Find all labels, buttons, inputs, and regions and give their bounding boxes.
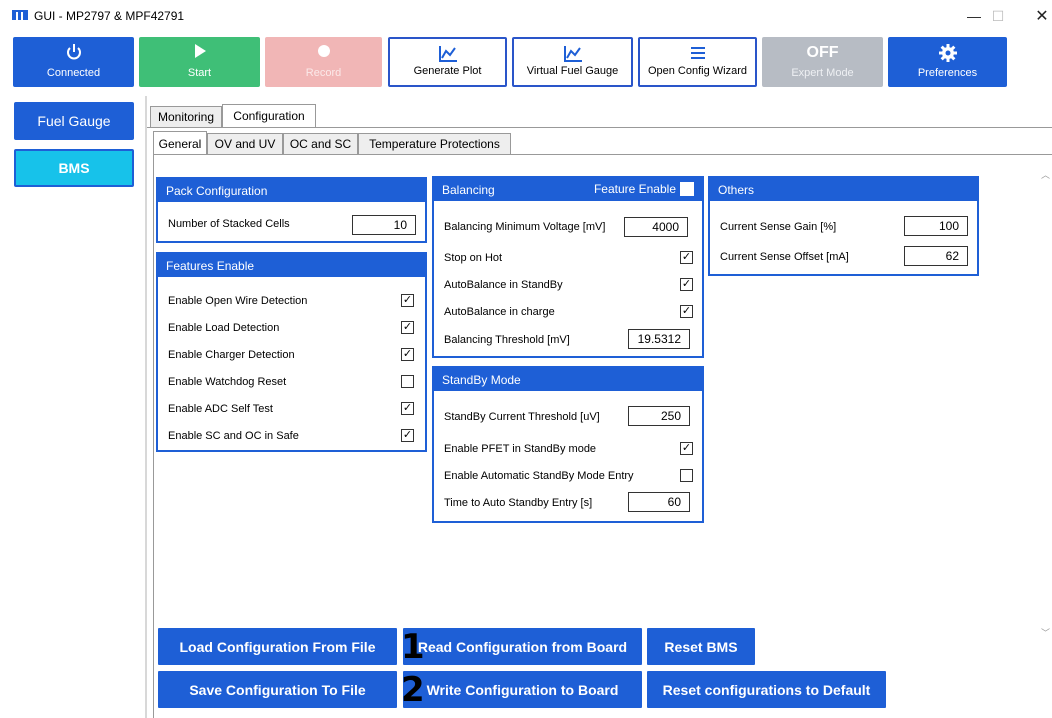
list-icon bbox=[690, 47, 705, 59]
current-sense-offset-input[interactable]: 62 bbox=[904, 246, 968, 266]
sidebar-item-bms[interactable]: BMS bbox=[14, 149, 134, 187]
feature-label-load-detection: Enable Load Detection bbox=[168, 322, 280, 334]
standby-mode-card: StandBy Mode StandBy Current Threshold [… bbox=[432, 366, 704, 523]
standby-mode-title: StandBy Mode bbox=[434, 368, 702, 391]
stacked-cells-input[interactable]: 10 bbox=[352, 215, 416, 235]
maximize-button[interactable]: ☐ bbox=[981, 4, 1015, 28]
gear-icon bbox=[938, 44, 957, 62]
start-label: Start bbox=[187, 67, 212, 79]
pack-configuration-title: Pack Configuration bbox=[158, 179, 425, 202]
virtual-fuel-gauge-button[interactable]: Virtual Fuel Gauge bbox=[512, 37, 633, 87]
sidebar-item-fuel-gauge[interactable]: Fuel Gauge bbox=[14, 102, 134, 140]
title-bar: GUI - MP2797 & MPF42791 — ☐ ✕ bbox=[0, 0, 1052, 32]
vertical-scrollbar[interactable] bbox=[1038, 160, 1052, 640]
virtual-fuel-gauge-label: Virtual Fuel Gauge bbox=[526, 65, 619, 77]
power-icon bbox=[66, 44, 81, 60]
current-sense-gain-input[interactable]: 100 bbox=[904, 216, 968, 236]
app-logo-icon bbox=[12, 10, 28, 20]
annotation-marker-1: 1 bbox=[401, 627, 425, 667]
expert-mode-toggle[interactable]: OFF Expert Mode bbox=[762, 37, 883, 87]
autobalance-charge-checkbox[interactable]: ✓ bbox=[680, 305, 693, 318]
connected-button[interactable]: Connected bbox=[13, 37, 134, 87]
balancing-card: Balancing Feature Enable Balancing Minim… bbox=[432, 176, 704, 358]
tab-oc-and-sc[interactable]: OC and SC bbox=[283, 133, 358, 154]
feature-label-open-wire: Enable Open Wire Detection bbox=[168, 295, 308, 307]
tab-configuration[interactable]: Configuration bbox=[222, 104, 316, 127]
window-title: GUI - MP2797 & MPF42791 bbox=[34, 9, 185, 23]
chart-line-icon bbox=[563, 46, 582, 62]
tab-ov-and-uv[interactable]: OV and UV bbox=[207, 133, 283, 154]
stop-on-hot-checkbox[interactable]: ✓ bbox=[680, 251, 693, 264]
feature-checkbox-watchdog-reset[interactable] bbox=[401, 375, 414, 388]
features-enable-title: Features Enable bbox=[158, 254, 425, 277]
load-configuration-button[interactable]: Load Configuration From File bbox=[158, 628, 397, 665]
connected-label: Connected bbox=[46, 67, 101, 79]
feature-checkbox-load-detection[interactable]: ✓ bbox=[401, 321, 414, 334]
sidebar-divider bbox=[145, 96, 147, 718]
tab-monitoring[interactable]: Monitoring bbox=[150, 106, 222, 127]
feature-enable-label: Feature Enable bbox=[593, 182, 676, 196]
feature-checkbox-adc-self-test[interactable]: ✓ bbox=[401, 402, 414, 415]
balancing-threshold-input[interactable]: 19.5312 bbox=[628, 329, 690, 349]
record-label: Record bbox=[305, 67, 342, 79]
others-card: Others Current Sense Gain [%] 100 Curren… bbox=[708, 176, 979, 276]
reset-bms-button[interactable]: Reset BMS bbox=[647, 628, 755, 665]
features-enable-card: Features Enable Enable Open Wire Detecti… bbox=[156, 252, 427, 452]
open-config-wizard-label: Open Config Wizard bbox=[647, 65, 748, 77]
reset-default-button[interactable]: Reset configurations to Default bbox=[647, 671, 886, 708]
pack-configuration-card: Pack Configuration Number of Stacked Cel… bbox=[156, 177, 427, 243]
pfet-standby-checkbox[interactable]: ✓ bbox=[680, 442, 693, 455]
scroll-up-icon[interactable]: ︿ bbox=[1041, 168, 1050, 181]
standby-threshold-input[interactable]: 250 bbox=[628, 406, 690, 426]
scroll-down-icon[interactable]: ﹀ bbox=[1041, 626, 1050, 639]
auto-standby-entry-label: Enable Automatic StandBy Mode Entry bbox=[444, 470, 634, 482]
feature-label-watchdog-reset: Enable Watchdog Reset bbox=[168, 376, 287, 388]
save-configuration-button[interactable]: Save Configuration To File bbox=[158, 671, 397, 708]
balancing-feature-enable[interactable]: Feature Enable bbox=[594, 182, 694, 196]
feature-enable-checkbox[interactable] bbox=[680, 182, 694, 196]
others-title: Others bbox=[710, 178, 977, 201]
feature-checkbox-open-wire[interactable]: ✓ bbox=[401, 294, 414, 307]
chart-line-icon bbox=[438, 46, 457, 62]
expert-mode-label: Expert Mode bbox=[791, 67, 854, 79]
tab-general[interactable]: General bbox=[153, 131, 207, 155]
balancing-header: Balancing Feature Enable bbox=[434, 178, 702, 201]
autobalance-standby-label: AutoBalance in StandBy bbox=[444, 279, 563, 291]
preferences-button[interactable]: Preferences bbox=[888, 37, 1007, 87]
annotation-marker-2: 2 bbox=[401, 670, 425, 710]
tab-temperature-protections[interactable]: Temperature Protections bbox=[358, 133, 511, 154]
feature-label-charger-detection: Enable Charger Detection bbox=[168, 349, 295, 361]
feature-label-sc-oc-safe: Enable SC and OC in Safe bbox=[168, 430, 299, 442]
min-voltage-input[interactable]: 4000 bbox=[624, 217, 688, 237]
play-icon bbox=[194, 44, 206, 58]
autobalance-standby-checkbox[interactable]: ✓ bbox=[680, 278, 693, 291]
auto-standby-time-input[interactable]: 60 bbox=[628, 492, 690, 512]
balancing-title: Balancing bbox=[442, 182, 495, 197]
start-button[interactable]: Start bbox=[139, 37, 260, 87]
generate-plot-label: Generate Plot bbox=[413, 65, 482, 77]
auto-standby-entry-checkbox[interactable] bbox=[680, 469, 693, 482]
record-button[interactable]: Record bbox=[265, 37, 382, 87]
feature-label-adc-self-test: Enable ADC Self Test bbox=[168, 403, 273, 415]
generate-plot-button[interactable]: Generate Plot bbox=[388, 37, 507, 87]
expert-mode-state: OFF bbox=[806, 44, 839, 61]
close-button[interactable]: ✕ bbox=[1025, 4, 1052, 28]
feature-checkbox-charger-detection[interactable]: ✓ bbox=[401, 348, 414, 361]
read-configuration-button[interactable]: Read Configuration from Board bbox=[403, 628, 642, 665]
write-configuration-button[interactable]: Write Configuration to Board bbox=[403, 671, 642, 708]
pfet-standby-label: Enable PFET in StandBy mode bbox=[444, 443, 597, 455]
open-config-wizard-button[interactable]: Open Config Wizard bbox=[638, 37, 757, 87]
preferences-label: Preferences bbox=[917, 67, 978, 79]
stop-on-hot-label: Stop on Hot bbox=[444, 252, 503, 264]
record-icon bbox=[317, 45, 330, 57]
feature-checkbox-sc-oc-safe[interactable]: ✓ bbox=[401, 429, 414, 442]
autobalance-charge-label: AutoBalance in charge bbox=[444, 306, 555, 318]
top-tab-underline bbox=[147, 127, 1052, 128]
